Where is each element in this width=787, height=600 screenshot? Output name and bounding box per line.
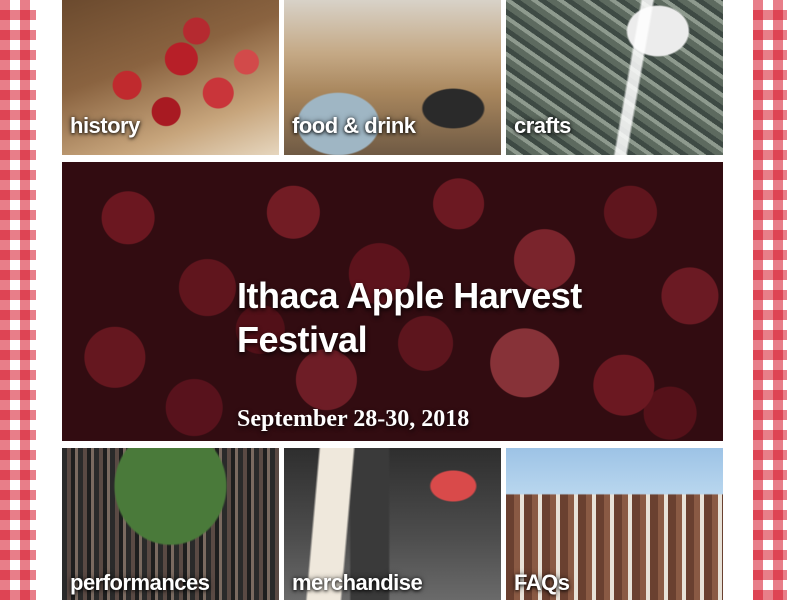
tile-history[interactable]: history (62, 0, 279, 155)
tile-faqs-label: FAQs (514, 570, 570, 595)
tile-crafts[interactable]: crafts (506, 0, 723, 155)
hero-banner: Ithaca Apple Harvest Festival September … (62, 162, 723, 441)
festival-date: September 28-30, 2018 (237, 406, 470, 432)
gingham-border-left (0, 0, 36, 600)
tile-faqs[interactable]: FAQs (506, 448, 723, 600)
tile-history-label: history (70, 113, 140, 138)
tile-merchandise[interactable]: merchandise (284, 448, 501, 600)
tile-performances-label: performances (70, 570, 210, 595)
tile-food-drink-label: food & drink (292, 113, 416, 138)
tile-merchandise-label: merchandise (292, 570, 423, 595)
tile-performances[interactable]: performances (62, 448, 279, 600)
page-title: Ithaca Apple Harvest Festival (237, 275, 582, 360)
tile-crafts-label: crafts (514, 113, 571, 138)
tile-food-drink[interactable]: food & drink (284, 0, 501, 155)
gingham-border-right (753, 0, 787, 600)
